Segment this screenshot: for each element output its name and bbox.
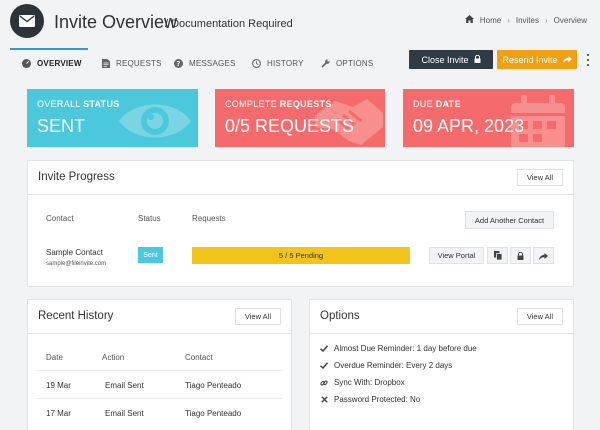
history-view-all-button[interactable]: View All [234,308,281,325]
check-icon [320,362,328,370]
x-icon [320,396,328,404]
invite-progress-panel: Invite Progress View All Contact Status … [27,160,574,287]
eye-icon [119,104,191,138]
panel-header: Options View All [310,300,573,334]
tab-overview[interactable]: OVERVIEW [22,52,82,74]
status-label-bold: STATUS [83,99,120,109]
page-title: Invite Overview [54,12,178,32]
tab-options[interactable]: OPTIONS [321,52,373,74]
envelope-logo-icon [10,4,44,38]
lock-icon [474,54,481,65]
option-item: Almost Due Reminder: 1 day before due [320,344,477,353]
due-label-bold: DATE [435,99,461,109]
requests-label-prefix: COMPLETE [225,99,277,109]
column-header-requests: Requests [192,214,226,223]
status-badge: Sent [138,247,163,263]
add-another-contact-button[interactable]: Add Another Contact [465,211,554,229]
column-header-status: Status [138,214,161,223]
question-icon: ? [174,58,183,68]
options-view-all-button[interactable]: View All [516,308,563,325]
recent-history-panel: Recent History View All Date Action Cont… [27,299,292,430]
status-value: SENT [37,116,86,136]
contact-email: sample@fileinvite.com [46,261,107,267]
copy-icon [493,247,502,265]
tab-messages[interactable]: ? MESSAGES [174,52,236,74]
contact-name: Sample Contact [46,248,103,257]
page-subtitle: / Documentation Required [165,18,293,30]
panel-header: Invite Progress View All [28,161,573,195]
options-panel: Options View All Almost Due Reminder: 1 … [309,299,574,430]
more-options-icon[interactable] [584,52,592,68]
check-icon [320,345,328,353]
divider [36,370,283,371]
requests-value: 0/5 REQUESTS [225,116,355,136]
panel-title: Recent History [38,310,114,322]
requests-progress-bar: 5 / 5 Pending [192,247,410,264]
lock-button[interactable] [510,247,531,264]
requests-label-bold: REQUESTS [279,99,332,109]
option-item: Password Protected: No [320,395,420,404]
option-item: Sync With: Dropbox [320,378,405,387]
panel-title: Options [320,310,360,322]
tab-bar: OVERVIEW REQUESTS ? MESSAGES HISTORY OPT… [10,48,592,74]
option-item: Overdue Reminder: Every 2 days [320,361,452,370]
history-row-action: Email Sent [105,381,144,390]
history-row-action: Email Sent [105,409,144,418]
tab-history[interactable]: HISTORY [252,52,304,74]
due-date-value: 09 APR, 2023 [413,116,525,136]
svg-text:?: ? [176,60,180,68]
breadcrumb: Home › Invites › Overview [464,15,587,25]
status-label-prefix: OVERALL [37,99,81,109]
column-header-action: Action [102,353,125,362]
clock-icon [252,58,261,68]
history-row-contact: Tiago Penteado [185,381,242,390]
document-icon [101,58,110,68]
close-invite-button[interactable]: Close Invite [409,50,493,69]
column-header-contact: Contact [46,214,74,223]
divider [36,398,283,399]
progress-view-all-button[interactable]: View All [516,169,563,186]
history-row-contact: Tiago Penteado [185,409,242,418]
resend-invite-button[interactable]: Resend Invite [497,50,577,69]
due-label-prefix: DUE [413,99,433,109]
panel-header: Recent History View All [28,300,291,334]
panel-title: Invite Progress [38,171,115,183]
share-arrow-icon [539,247,548,265]
chevron-right-icon: › [544,15,548,25]
breadcrumb-invites[interactable]: Invites [516,16,539,25]
home-icon [464,15,474,25]
column-header-contact: Contact [185,353,213,362]
breadcrumb-overview: Overview [553,15,587,25]
wrench-icon [321,59,330,68]
dashboard-icon [22,58,31,68]
view-portal-button[interactable]: View Portal [429,247,484,264]
tab-requests[interactable]: REQUESTS [101,52,162,74]
complete-requests-card: COMPLETE REQUESTS 0/5 REQUESTS [215,89,385,147]
copy-button[interactable] [487,247,508,264]
active-tab-indicator [10,48,88,50]
history-row-date: 17 Mar [46,409,71,418]
chevron-right-icon: › [507,15,510,25]
share-arrow-icon [562,55,572,65]
history-row-date: 19 Mar [46,381,71,390]
share-button[interactable] [533,247,554,264]
page-header: Invite Overview / Documentation Required… [0,0,600,46]
breadcrumb-home[interactable]: Home [480,16,501,25]
overall-status-card: OVERALL STATUS SENT [27,89,198,147]
column-header-date: Date [46,353,63,362]
due-date-card: DUE DATE 09 APR, 2023 [403,89,574,147]
link-icon [320,379,328,387]
lock-icon [517,247,524,265]
